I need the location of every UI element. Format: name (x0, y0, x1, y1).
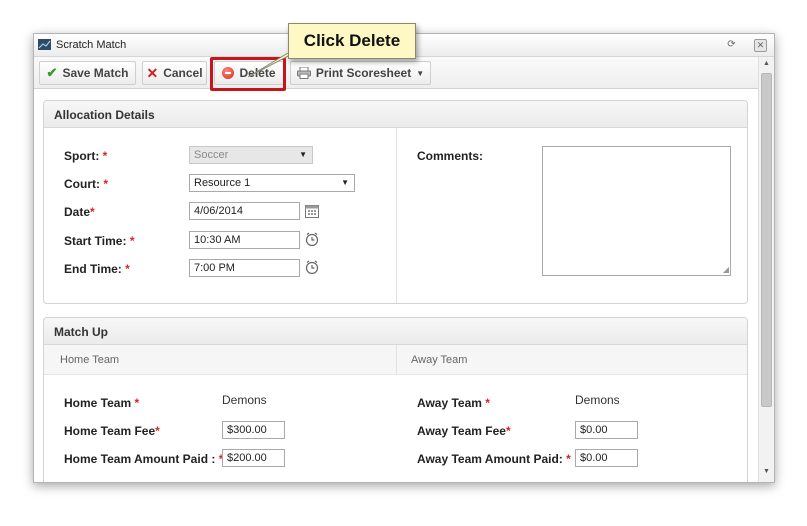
date-input[interactable]: 4/06/2014 (189, 202, 300, 220)
cancel-button[interactable]: ✕ Cancel (142, 61, 207, 85)
window-title: Scratch Match (56, 39, 127, 51)
save-match-label: Save Match (62, 66, 129, 80)
end-time-input[interactable]: 7:00 PM (189, 259, 300, 277)
away-team-amount-paid-input[interactable]: $0.00 (575, 449, 638, 467)
home-team-label: Home Team * (64, 396, 140, 410)
select-caret-icon: ▼ (299, 150, 307, 159)
date-label: Date* (64, 205, 95, 219)
scroll-down-arrow-icon[interactable]: ▼ (763, 468, 770, 475)
home-team-amount-paid-input[interactable]: $200.00 (222, 449, 285, 467)
home-team-value: Demons (222, 393, 267, 407)
select-caret-icon: ▼ (341, 178, 349, 187)
start-time-input[interactable]: 10:30 AM (189, 231, 300, 249)
end-time-label: End Time: * (64, 262, 130, 276)
app-icon (38, 39, 51, 50)
calendar-icon[interactable] (305, 204, 319, 218)
scrollbar-thumb[interactable] (761, 73, 772, 407)
away-team-fee-input[interactable]: $0.00 (575, 421, 638, 439)
scroll-up-arrow-icon[interactable]: ▲ (763, 60, 770, 67)
allocation-details-header: Allocation Details (44, 101, 747, 128)
away-team-column-header: Away Team (411, 354, 468, 366)
clock-icon[interactable] (305, 260, 319, 274)
printer-icon (296, 67, 311, 79)
check-icon: ✔ (46, 65, 58, 80)
cancel-x-icon: ✕ (146, 64, 159, 81)
scratch-match-dialog: Scratch Match ⟳ ✕ ✔ Save Match ✕ Cancel … (33, 33, 775, 483)
sport-label: Sport: * (64, 149, 108, 163)
print-scoresheet-button[interactable]: Print Scoresheet ▼ (290, 61, 431, 85)
home-team-column-header: Home Team (60, 354, 120, 366)
toolbar: ✔ Save Match ✕ Cancel Delete Print Score… (34, 57, 758, 89)
comments-textarea[interactable]: ◢ (542, 146, 731, 276)
away-team-label: Away Team * (417, 396, 490, 410)
match-up-panel: Match Up Home Team Away Team Home Team *… (43, 317, 748, 482)
home-team-fee-label: Home Team Fee* (64, 424, 160, 438)
allocation-details-panel: Allocation Details Sport: * Soccer ▼ Cou… (43, 100, 748, 304)
clock-icon[interactable] (305, 232, 319, 246)
sport-select: Soccer ▼ (189, 146, 313, 164)
click-delete-callout: Click Delete (288, 23, 416, 59)
start-time-label: Start Time: * (64, 234, 135, 248)
away-team-fee-label: Away Team Fee* (417, 424, 511, 438)
match-up-header: Match Up (44, 318, 747, 345)
resize-grip-icon[interactable]: ◢ (723, 265, 729, 274)
column-divider (396, 128, 397, 303)
close-icon[interactable]: ✕ (754, 39, 767, 52)
refresh-icon[interactable]: ⟳ (725, 39, 738, 52)
away-team-amount-paid-label: Away Team Amount Paid: * (417, 452, 571, 466)
home-team-fee-input[interactable]: $300.00 (222, 421, 285, 439)
away-team-value: Demons (575, 393, 620, 407)
delete-highlight-box (210, 57, 286, 91)
dropdown-caret-icon: ▼ (416, 68, 425, 78)
vertical-scrollbar[interactable]: ▲ ▼ (758, 57, 774, 482)
court-select[interactable]: Resource 1 ▼ (189, 174, 355, 192)
print-scoresheet-label: Print Scoresheet (315, 66, 412, 80)
cancel-label: Cancel (163, 66, 203, 80)
court-label: Court: * (64, 177, 109, 191)
home-team-amount-paid-label: Home Team Amount Paid : * (64, 452, 223, 466)
save-match-button[interactable]: ✔ Save Match (39, 61, 136, 85)
comments-label: Comments: (417, 149, 484, 163)
subheader-divider (396, 345, 397, 375)
